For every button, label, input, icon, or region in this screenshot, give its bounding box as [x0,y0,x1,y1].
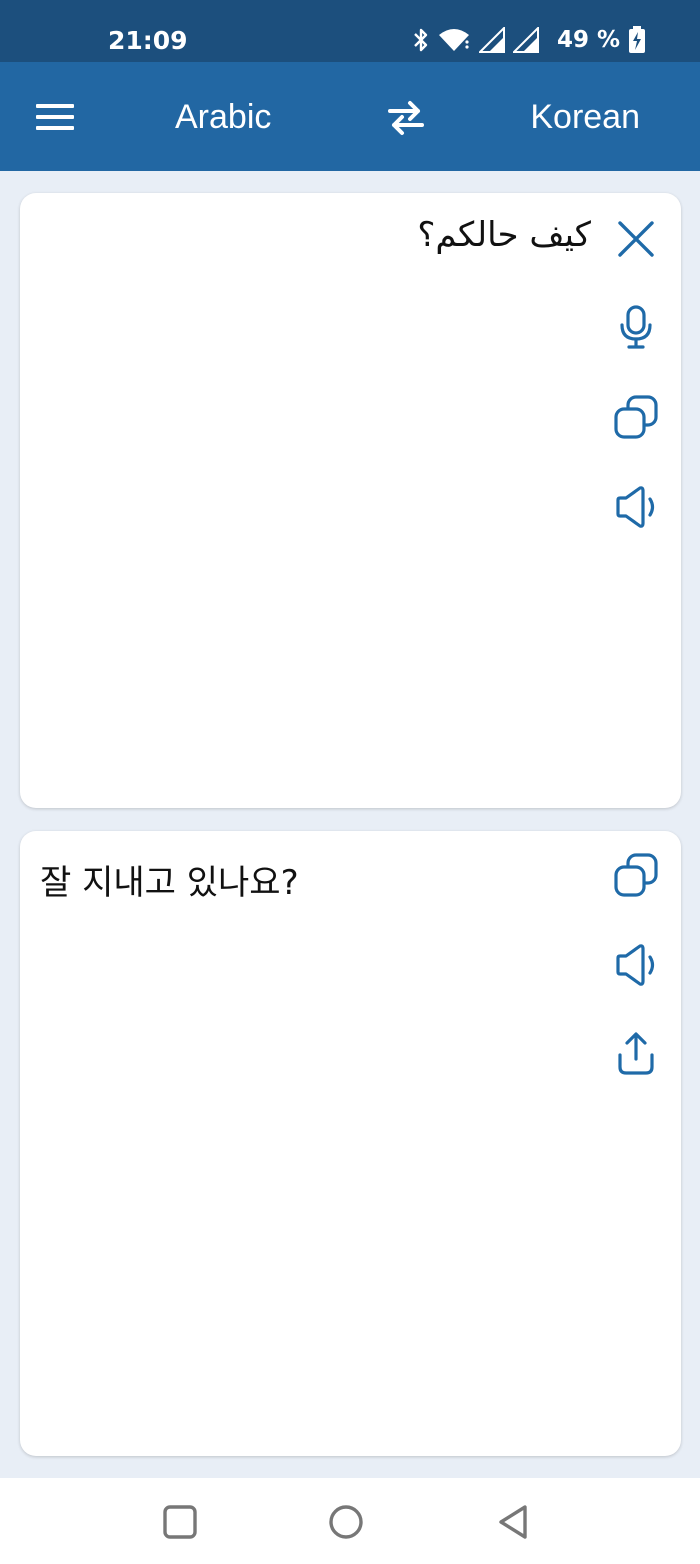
microphone-icon[interactable] [612,303,660,351]
signal-icon [478,27,505,53]
source-text-input[interactable]: كيف حالكم؟ [417,215,591,255]
close-icon[interactable] [612,215,660,263]
source-text-card[interactable]: كيف حالكم؟ [20,193,681,808]
target-language-button[interactable]: Korean [530,98,640,137]
share-icon[interactable] [612,1029,660,1077]
status-time: 21:09 [108,26,188,55]
swap-arrows-icon[interactable] [386,100,426,136]
battery-percent: 49 % [556,27,620,53]
translated-text: 잘 지내고 있나요? [40,863,299,903]
home-circle-icon[interactable] [326,1502,366,1542]
speaker-icon[interactable] [612,941,660,989]
translation-card: 잘 지내고 있나요? [20,831,681,1456]
recents-square-icon[interactable] [160,1502,200,1542]
status-bar: 21:09 49 % [0,0,700,62]
back-triangle-icon[interactable] [494,1502,534,1542]
speaker-icon[interactable] [612,483,660,531]
app-bar: Arabic Korean [0,62,700,171]
signal-icon [512,27,539,53]
hamburger-menu-icon[interactable] [36,102,74,132]
copy-icon[interactable] [612,851,660,899]
copy-icon[interactable] [612,393,660,441]
status-icons: 49 % [413,26,646,54]
wifi-icon [437,27,471,53]
battery-charging-icon [628,26,646,54]
source-language-button[interactable]: Arabic [175,98,271,137]
bluetooth-icon [413,27,429,53]
navigation-bar [0,1478,700,1564]
